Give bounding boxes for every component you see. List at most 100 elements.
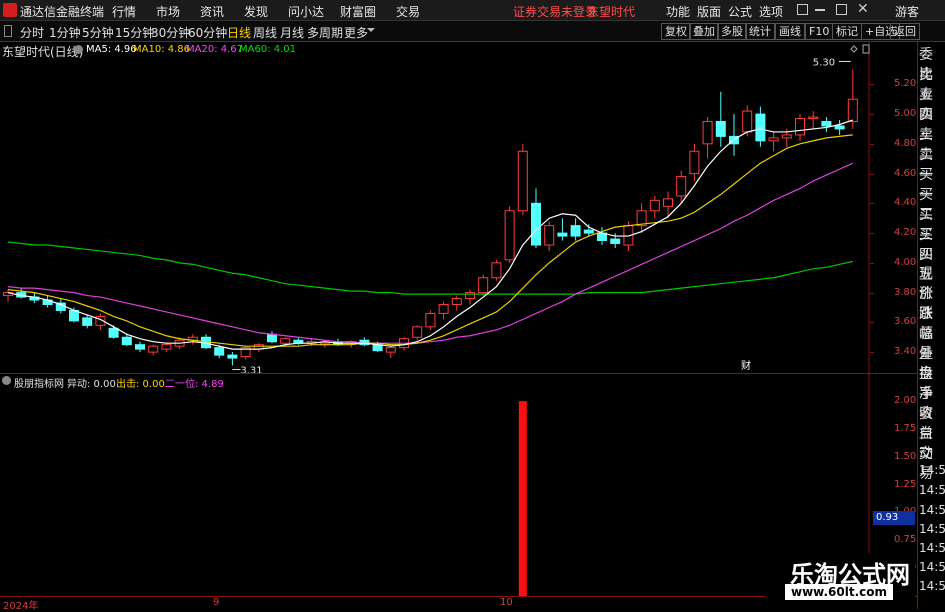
maximize-icon[interactable] xyxy=(836,4,847,15)
candle-body xyxy=(531,202,541,246)
candle-body xyxy=(808,116,819,120)
f10-button[interactable]: F10 xyxy=(805,23,834,40)
candle-body xyxy=(610,238,621,245)
tab-weekly[interactable]: 周线 xyxy=(253,24,277,41)
high-price-label: 5.30 xyxy=(813,57,835,68)
menu-formula[interactable]: 公式 xyxy=(728,3,752,20)
finance-marker[interactable]: 财 xyxy=(741,359,751,372)
side-panel-item[interactable]: 14:56 xyxy=(919,522,945,536)
price-tick-mark xyxy=(870,84,874,86)
price-tick-label: 4.60 xyxy=(894,167,917,179)
tab-timeshare[interactable]: 分时 xyxy=(20,24,44,41)
candle-body xyxy=(663,198,673,207)
kline-chart[interactable]: 5.303.31 财 xyxy=(0,42,917,374)
draw-button[interactable]: 画线 xyxy=(775,23,805,40)
menu-ask[interactable]: 问小达 xyxy=(288,3,324,20)
tab-monthly[interactable]: 月线 xyxy=(280,24,304,41)
tab-daily[interactable]: 日线 xyxy=(227,24,251,41)
tab-multi-period[interactable]: 多周期 xyxy=(307,24,343,41)
candle xyxy=(808,111,819,129)
tab-30min[interactable]: 30分钟 xyxy=(151,24,190,41)
stats-button[interactable]: 统计 xyxy=(745,23,775,40)
tab-5min[interactable]: 5分钟 xyxy=(82,24,114,41)
candle-body xyxy=(478,277,489,294)
chart-expand-icon[interactable] xyxy=(862,44,870,54)
candle xyxy=(16,288,27,299)
restore-window-icon[interactable] xyxy=(797,4,808,15)
back-button[interactable]: 返回 xyxy=(890,23,920,40)
side-panel-item[interactable]: 14:56 xyxy=(919,483,945,497)
menu-market-center[interactable]: 市场 xyxy=(156,3,180,20)
candle xyxy=(649,195,660,219)
candle-body xyxy=(227,354,238,359)
user-label[interactable]: 游客 xyxy=(895,3,919,20)
candle-body xyxy=(412,326,423,338)
watermark-url: www.60lt.com xyxy=(785,584,894,600)
candle xyxy=(425,310,436,330)
candle xyxy=(135,341,145,353)
side-panel-item[interactable]: 14:55 xyxy=(919,463,945,477)
candle xyxy=(253,343,264,353)
price-tick-mark xyxy=(870,143,874,145)
x-label-10: 10 xyxy=(500,597,513,608)
candle-body xyxy=(557,232,568,237)
candle-body xyxy=(385,347,396,353)
multi-stock-button[interactable]: 多股 xyxy=(717,23,747,40)
tab-1min[interactable]: 1分钟 xyxy=(49,24,81,41)
candle-body xyxy=(570,225,581,237)
tab-60min[interactable]: 60分钟 xyxy=(188,24,227,41)
trade-login-notice[interactable]: 证券交易未登录 xyxy=(513,3,597,20)
price-tick-label: 4.40 xyxy=(894,197,917,209)
side-panel-item[interactable]: 14:56 xyxy=(919,579,945,593)
candle-body xyxy=(121,336,132,346)
price-tick-label: 3.80 xyxy=(894,286,917,298)
minimize-icon[interactable] xyxy=(815,9,825,11)
candle-body xyxy=(491,262,502,279)
menu-trade[interactable]: 交易 xyxy=(396,3,420,20)
price-axis: 5.20 5.00 4.80 4.60 4.40 4.20 4.00 3.80 3.60 3.40 xyxy=(870,42,916,374)
menu-wealth[interactable]: 财富圈 xyxy=(340,3,376,20)
more-chevron-down-icon[interactable] xyxy=(367,28,375,32)
price-tick-label: 5.00 xyxy=(894,108,917,120)
candle xyxy=(412,325,423,341)
candle xyxy=(121,334,132,347)
x-label-2024: 2024年 xyxy=(3,601,39,612)
menu-discover[interactable]: 发现 xyxy=(244,3,268,20)
indicator-tick-label: 1.50 xyxy=(894,450,917,462)
candle xyxy=(465,289,475,305)
toolbar-handle-icon[interactable] xyxy=(4,25,12,37)
candle xyxy=(570,218,581,241)
candle xyxy=(755,106,766,147)
tab-more[interactable]: 更多 xyxy=(344,24,368,41)
price-tick-mark xyxy=(870,173,874,175)
watermark-box: 乐淘公式网 www.60lt.com xyxy=(765,553,915,609)
candle xyxy=(531,188,541,248)
menu-market[interactable]: 行情 xyxy=(112,3,136,20)
menu-functions[interactable]: 功能 xyxy=(666,3,690,20)
ma60-line xyxy=(7,241,853,295)
menu-layout[interactable]: 版面 xyxy=(697,3,721,20)
app-logo-icon xyxy=(3,3,17,17)
tab-15min[interactable]: 15分钟 xyxy=(115,24,154,41)
candle xyxy=(359,337,370,347)
candle-body xyxy=(834,125,845,130)
candle-body xyxy=(702,121,713,145)
price-tick-mark xyxy=(870,114,874,116)
menu-news[interactable]: 资讯 xyxy=(200,3,224,20)
close-icon[interactable]: ✕ xyxy=(857,1,869,17)
candle xyxy=(227,352,238,366)
chart-diamond-icon[interactable] xyxy=(850,45,858,53)
menu-options[interactable]: 选项 xyxy=(759,3,783,20)
candle xyxy=(491,259,502,281)
overlay-button[interactable]: 叠加 xyxy=(689,23,719,40)
indicator-tick-label: 1.75 xyxy=(894,422,917,434)
side-panel-item[interactable]: 14:56 xyxy=(919,541,945,555)
side-panel-item[interactable]: 14:56 xyxy=(919,503,945,517)
candle xyxy=(385,346,396,359)
adjust-button[interactable]: 复权 xyxy=(661,23,691,40)
candle xyxy=(478,274,489,296)
candle-body xyxy=(267,333,277,343)
price-tick-mark xyxy=(870,292,874,294)
side-panel-item[interactable]: 14:56 xyxy=(919,560,945,574)
mark-button[interactable]: 标记 xyxy=(832,23,862,40)
